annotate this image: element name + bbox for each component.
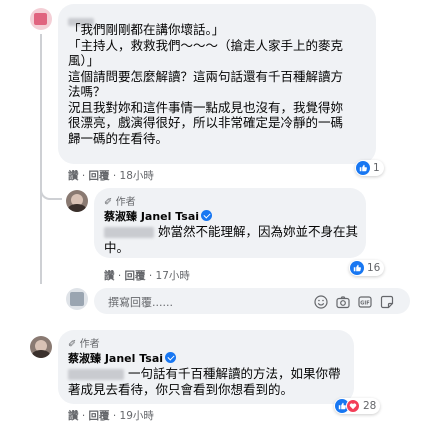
reaction-count: 28 bbox=[363, 400, 377, 412]
sticker-icon[interactable] bbox=[380, 294, 394, 309]
reply-bubble: ✐ 作者 蔡淑臻 Janel Tsai 妳當然不能理解，因為妳並不身在其 中。 bbox=[94, 188, 366, 258]
author-name[interactable]: 蔡淑臻 Janel Tsai bbox=[68, 350, 177, 366]
reply-actions: 讚 · 回覆 · 17小時 bbox=[104, 270, 190, 282]
reaction-summary[interactable]: 28 bbox=[334, 398, 381, 414]
author-name[interactable]: 蔡淑臻 Janel Tsai bbox=[104, 208, 213, 224]
verified-badge-icon bbox=[165, 352, 177, 363]
verified-badge-icon bbox=[201, 210, 213, 221]
love-reaction-icon bbox=[346, 399, 360, 413]
current-user-avatar bbox=[66, 288, 88, 310]
timestamp[interactable]: 19小時 bbox=[120, 410, 154, 422]
emoji-icon[interactable] bbox=[314, 294, 328, 309]
comment-actions: 讚 · 回覆 · 18小時 bbox=[68, 170, 154, 182]
pen-icon: ✐ bbox=[104, 197, 113, 208]
like-reaction-icon bbox=[356, 161, 370, 175]
mention-redacted[interactable] bbox=[104, 227, 154, 238]
reply-link[interactable]: 回覆 bbox=[125, 270, 146, 282]
reaction-summary[interactable]: 16 bbox=[349, 260, 385, 276]
author-avatar[interactable] bbox=[66, 190, 88, 212]
author-badge: ✐ 作者 bbox=[68, 339, 100, 350]
svg-text:GIF: GIF bbox=[360, 301, 369, 307]
reply-link[interactable]: 回覆 bbox=[89, 170, 110, 182]
timestamp[interactable]: 17小時 bbox=[156, 270, 190, 282]
author-avatar[interactable] bbox=[30, 336, 52, 358]
reaction-count: 1 bbox=[373, 162, 380, 174]
reaction-count: 16 bbox=[367, 262, 381, 274]
comment-actions: 讚 · 回覆 · 19小時 bbox=[68, 410, 154, 422]
author-badge: ✐ 作者 bbox=[104, 197, 136, 208]
like-link[interactable]: 讚 bbox=[68, 170, 79, 182]
like-link[interactable]: 讚 bbox=[104, 270, 115, 282]
comment-text: 「我們剛剛都在講你壞話。」 「主持人，救救我們～～～（搶走人家手上的麥克 風）」… bbox=[68, 22, 344, 146]
reply-placeholder: 撰寫回覆...... bbox=[108, 296, 173, 309]
commenter-avatar[interactable] bbox=[30, 8, 52, 30]
reply-text: 妳當然不能理解，因為妳並不身在其 中。 bbox=[104, 224, 358, 255]
reply-link[interactable]: 回覆 bbox=[89, 410, 110, 422]
comment-bubble: 「我們剛剛都在講你壞話。」 「主持人，救救我們～～～（搶走人家手上的麥克 風）」… bbox=[58, 4, 376, 164]
thread-branch bbox=[40, 184, 62, 200]
like-reaction-icon bbox=[350, 261, 364, 275]
camera-icon[interactable] bbox=[336, 294, 350, 309]
reply-input[interactable]: 撰寫回覆...... GIF bbox=[94, 288, 410, 314]
pen-icon: ✐ bbox=[68, 339, 77, 350]
reaction-summary[interactable]: 1 bbox=[355, 160, 384, 176]
gif-icon[interactable]: GIF bbox=[358, 294, 372, 308]
comment-bubble: ✐ 作者 蔡淑臻 Janel Tsai 一句話有千百種解讀的方法，如果你帶 著成… bbox=[58, 330, 354, 404]
timestamp[interactable]: 18小時 bbox=[120, 170, 154, 182]
like-link[interactable]: 讚 bbox=[68, 410, 79, 422]
thread-connector bbox=[40, 34, 42, 284]
comment-text: 一句話有千百種解讀的方法，如果你帶 著成見去看待，你只會看到你想看到的。 bbox=[68, 366, 341, 397]
reply-tools: GIF bbox=[314, 294, 394, 309]
mention-redacted[interactable] bbox=[68, 369, 124, 380]
